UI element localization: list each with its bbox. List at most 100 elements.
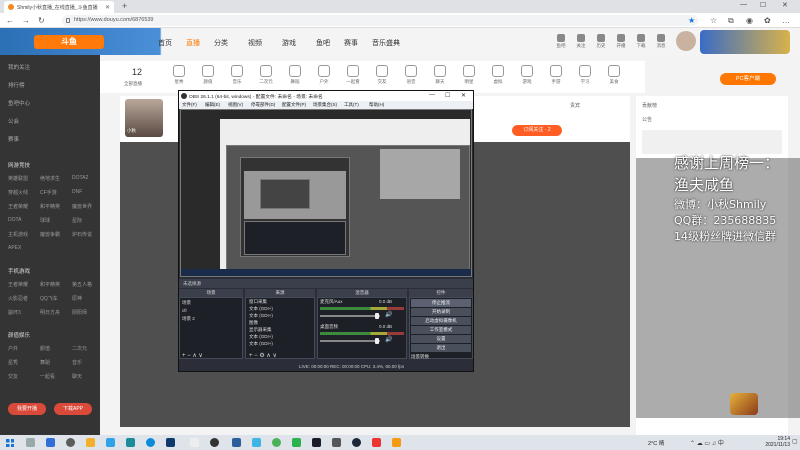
notification-icon[interactable]: ▢ bbox=[792, 438, 798, 445]
obs-source-toolbar[interactable]: + − ⚙ ∧ ∨ bbox=[249, 352, 277, 359]
obs-taskbar-icon[interactable] bbox=[210, 438, 219, 447]
minimize-icon[interactable]: — bbox=[740, 1, 747, 8]
category-link[interactable]: DNF bbox=[72, 189, 82, 195]
category-link[interactable]: 魔兽世界 bbox=[72, 203, 92, 210]
edge-icon[interactable] bbox=[146, 438, 155, 447]
obs-source-item[interactable]: 窗口采集 bbox=[249, 299, 267, 305]
category-item[interactable]: 美食 bbox=[597, 65, 631, 85]
header-icon[interactable]: 消息 bbox=[652, 34, 670, 49]
category-link[interactable]: 颜值 bbox=[40, 345, 50, 352]
app-icon[interactable] bbox=[372, 438, 381, 447]
app-icon[interactable] bbox=[252, 438, 261, 447]
favorite-star-icon[interactable]: ★ bbox=[688, 16, 695, 25]
obs-scene-item[interactable]: cfr bbox=[182, 308, 187, 313]
wechat-icon[interactable] bbox=[272, 438, 281, 447]
nav-link[interactable]: 首页 bbox=[158, 38, 172, 48]
nav-link[interactable]: 直播 bbox=[186, 38, 200, 48]
obs-scene-item[interactable]: 场景 bbox=[182, 300, 191, 306]
category-link[interactable]: 和平精英 bbox=[40, 281, 60, 288]
category-link[interactable]: 原神 bbox=[72, 295, 82, 302]
header-icon[interactable]: 历史 bbox=[592, 34, 610, 49]
obs-menu-item[interactable]: 编辑(E) bbox=[205, 102, 220, 108]
category-link[interactable]: 星际 bbox=[72, 217, 82, 224]
category-link[interactable]: 王者荣耀 bbox=[8, 281, 28, 288]
category-link[interactable]: 一起看 bbox=[40, 373, 55, 380]
category-link[interactable]: 和平精英 bbox=[40, 203, 60, 210]
app-icon[interactable] bbox=[190, 438, 199, 447]
new-tab-icon[interactable]: + bbox=[122, 1, 127, 11]
app-icon[interactable] bbox=[232, 438, 241, 447]
category-link[interactable]: 舞蹈 bbox=[40, 359, 50, 366]
category-link[interactable]: 户外 bbox=[8, 345, 18, 352]
category-link[interactable]: DOTA2 bbox=[72, 175, 88, 181]
user-avatar[interactable] bbox=[676, 31, 696, 51]
category-link[interactable]: QQ飞车 bbox=[40, 295, 58, 302]
more-icon[interactable]: … bbox=[782, 16, 790, 25]
top-fans-label[interactable]: 贡献榜 bbox=[642, 102, 657, 109]
nav-link[interactable]: 分类 bbox=[214, 38, 228, 48]
category-link[interactable]: 阴阳师 bbox=[72, 309, 87, 316]
app-icon[interactable] bbox=[332, 438, 341, 447]
virtual-camera-button[interactable]: 启动虚拟摄像机 bbox=[411, 317, 471, 325]
category-link[interactable]: 炉石传说 bbox=[72, 231, 92, 238]
weather-widget[interactable]: 2°C 晴 bbox=[648, 439, 664, 447]
speaker-icon[interactable]: 🔊 bbox=[385, 336, 392, 343]
profile-icon[interactable]: ◉ bbox=[746, 16, 753, 25]
studio-mode-button[interactable]: 工作室模式 bbox=[411, 326, 471, 334]
forward-icon[interactable]: → bbox=[22, 16, 30, 25]
folder-icon[interactable] bbox=[86, 438, 95, 447]
url-input[interactable]: https://www.douyu.com/6876539 bbox=[62, 15, 698, 26]
start-recording-button[interactable]: 开始录制 bbox=[411, 308, 471, 316]
obs-menu-item[interactable]: 场景集合(S) bbox=[313, 102, 337, 108]
nav-link[interactable]: 视频 bbox=[248, 38, 262, 48]
obs-scene-toolbar[interactable]: + − ∧ ∨ bbox=[182, 352, 203, 359]
category-link[interactable]: 星秀 bbox=[8, 359, 18, 366]
event-mascot[interactable] bbox=[730, 393, 758, 415]
follow-button[interactable]: 订阅关注 · 2 bbox=[512, 125, 562, 136]
obs-preview-canvas[interactable] bbox=[180, 109, 472, 277]
header-icon[interactable]: 开播 bbox=[612, 34, 630, 49]
category-link[interactable]: APEX bbox=[8, 245, 21, 251]
obs-menu-item[interactable]: 帮助(H) bbox=[369, 102, 384, 108]
app-icon[interactable] bbox=[166, 438, 175, 447]
nav-link[interactable]: 赛事 bbox=[344, 38, 358, 48]
obs-scene-item[interactable]: 场景 2 bbox=[182, 316, 195, 322]
mail-icon[interactable] bbox=[106, 438, 115, 447]
obs-menu-item[interactable]: 配置文件(P) bbox=[282, 102, 306, 108]
obs-menu-item[interactable]: 视图(V) bbox=[228, 102, 243, 108]
category-link[interactable]: 主机游戏 bbox=[8, 231, 28, 238]
sidebar-item[interactable]: 鱼吧中心 bbox=[8, 99, 30, 107]
obs-maximize-icon[interactable]: ☐ bbox=[445, 92, 450, 99]
nav-link[interactable]: 游戏 bbox=[282, 38, 296, 48]
app-icon[interactable] bbox=[312, 438, 321, 447]
obs-volume-knob[interactable] bbox=[375, 313, 379, 319]
obs-source-item[interactable]: 显示器采集 bbox=[249, 327, 272, 333]
system-tray-icons[interactable]: ⌃ ☁ ▭ ♫ 中 bbox=[690, 438, 724, 447]
category-link[interactable]: 英雄联盟 bbox=[8, 175, 28, 182]
obs-source-item[interactable]: 图像 bbox=[249, 320, 258, 326]
category-link[interactable]: 交友 bbox=[8, 373, 18, 380]
start-streaming-button[interactable]: 我要开播 bbox=[8, 403, 46, 415]
sidebar-item[interactable]: 赛事 bbox=[8, 135, 19, 143]
stop-streaming-button[interactable]: 停止推流 bbox=[411, 299, 471, 307]
app-icon[interactable] bbox=[392, 438, 401, 447]
browser-icon[interactable] bbox=[126, 438, 135, 447]
back-icon[interactable]: ← bbox=[6, 16, 14, 25]
clock-date[interactable]: 2021/11/13 bbox=[750, 442, 790, 448]
speaker-icon[interactable]: 🔊 bbox=[385, 311, 392, 318]
rank-label[interactable]: 贵宾 bbox=[570, 102, 580, 109]
category-link[interactable]: 穿越火线 bbox=[8, 189, 28, 196]
nav-link[interactable]: 鱼吧 bbox=[316, 38, 330, 48]
header-icon[interactable]: 关注 bbox=[572, 34, 590, 49]
refresh-icon[interactable]: ↻ bbox=[38, 16, 45, 25]
category-link[interactable]: 崩坏3 bbox=[8, 309, 21, 316]
favorites-icon[interactable]: ☆ bbox=[710, 16, 717, 25]
category-link[interactable]: 明日方舟 bbox=[40, 309, 60, 316]
sidebar-item[interactable]: 排行榜 bbox=[8, 81, 25, 89]
close-tab-icon[interactable]: ✕ bbox=[105, 4, 110, 11]
obs-source-item[interactable]: 文本 (GDI+) bbox=[249, 306, 273, 312]
category-link[interactable]: 王者荣耀 bbox=[8, 203, 28, 210]
exit-button[interactable]: 退出 bbox=[411, 344, 471, 352]
category-link[interactable]: CF手游 bbox=[40, 189, 57, 196]
obs-source-item[interactable]: 文本 (GDI+) bbox=[249, 313, 273, 319]
